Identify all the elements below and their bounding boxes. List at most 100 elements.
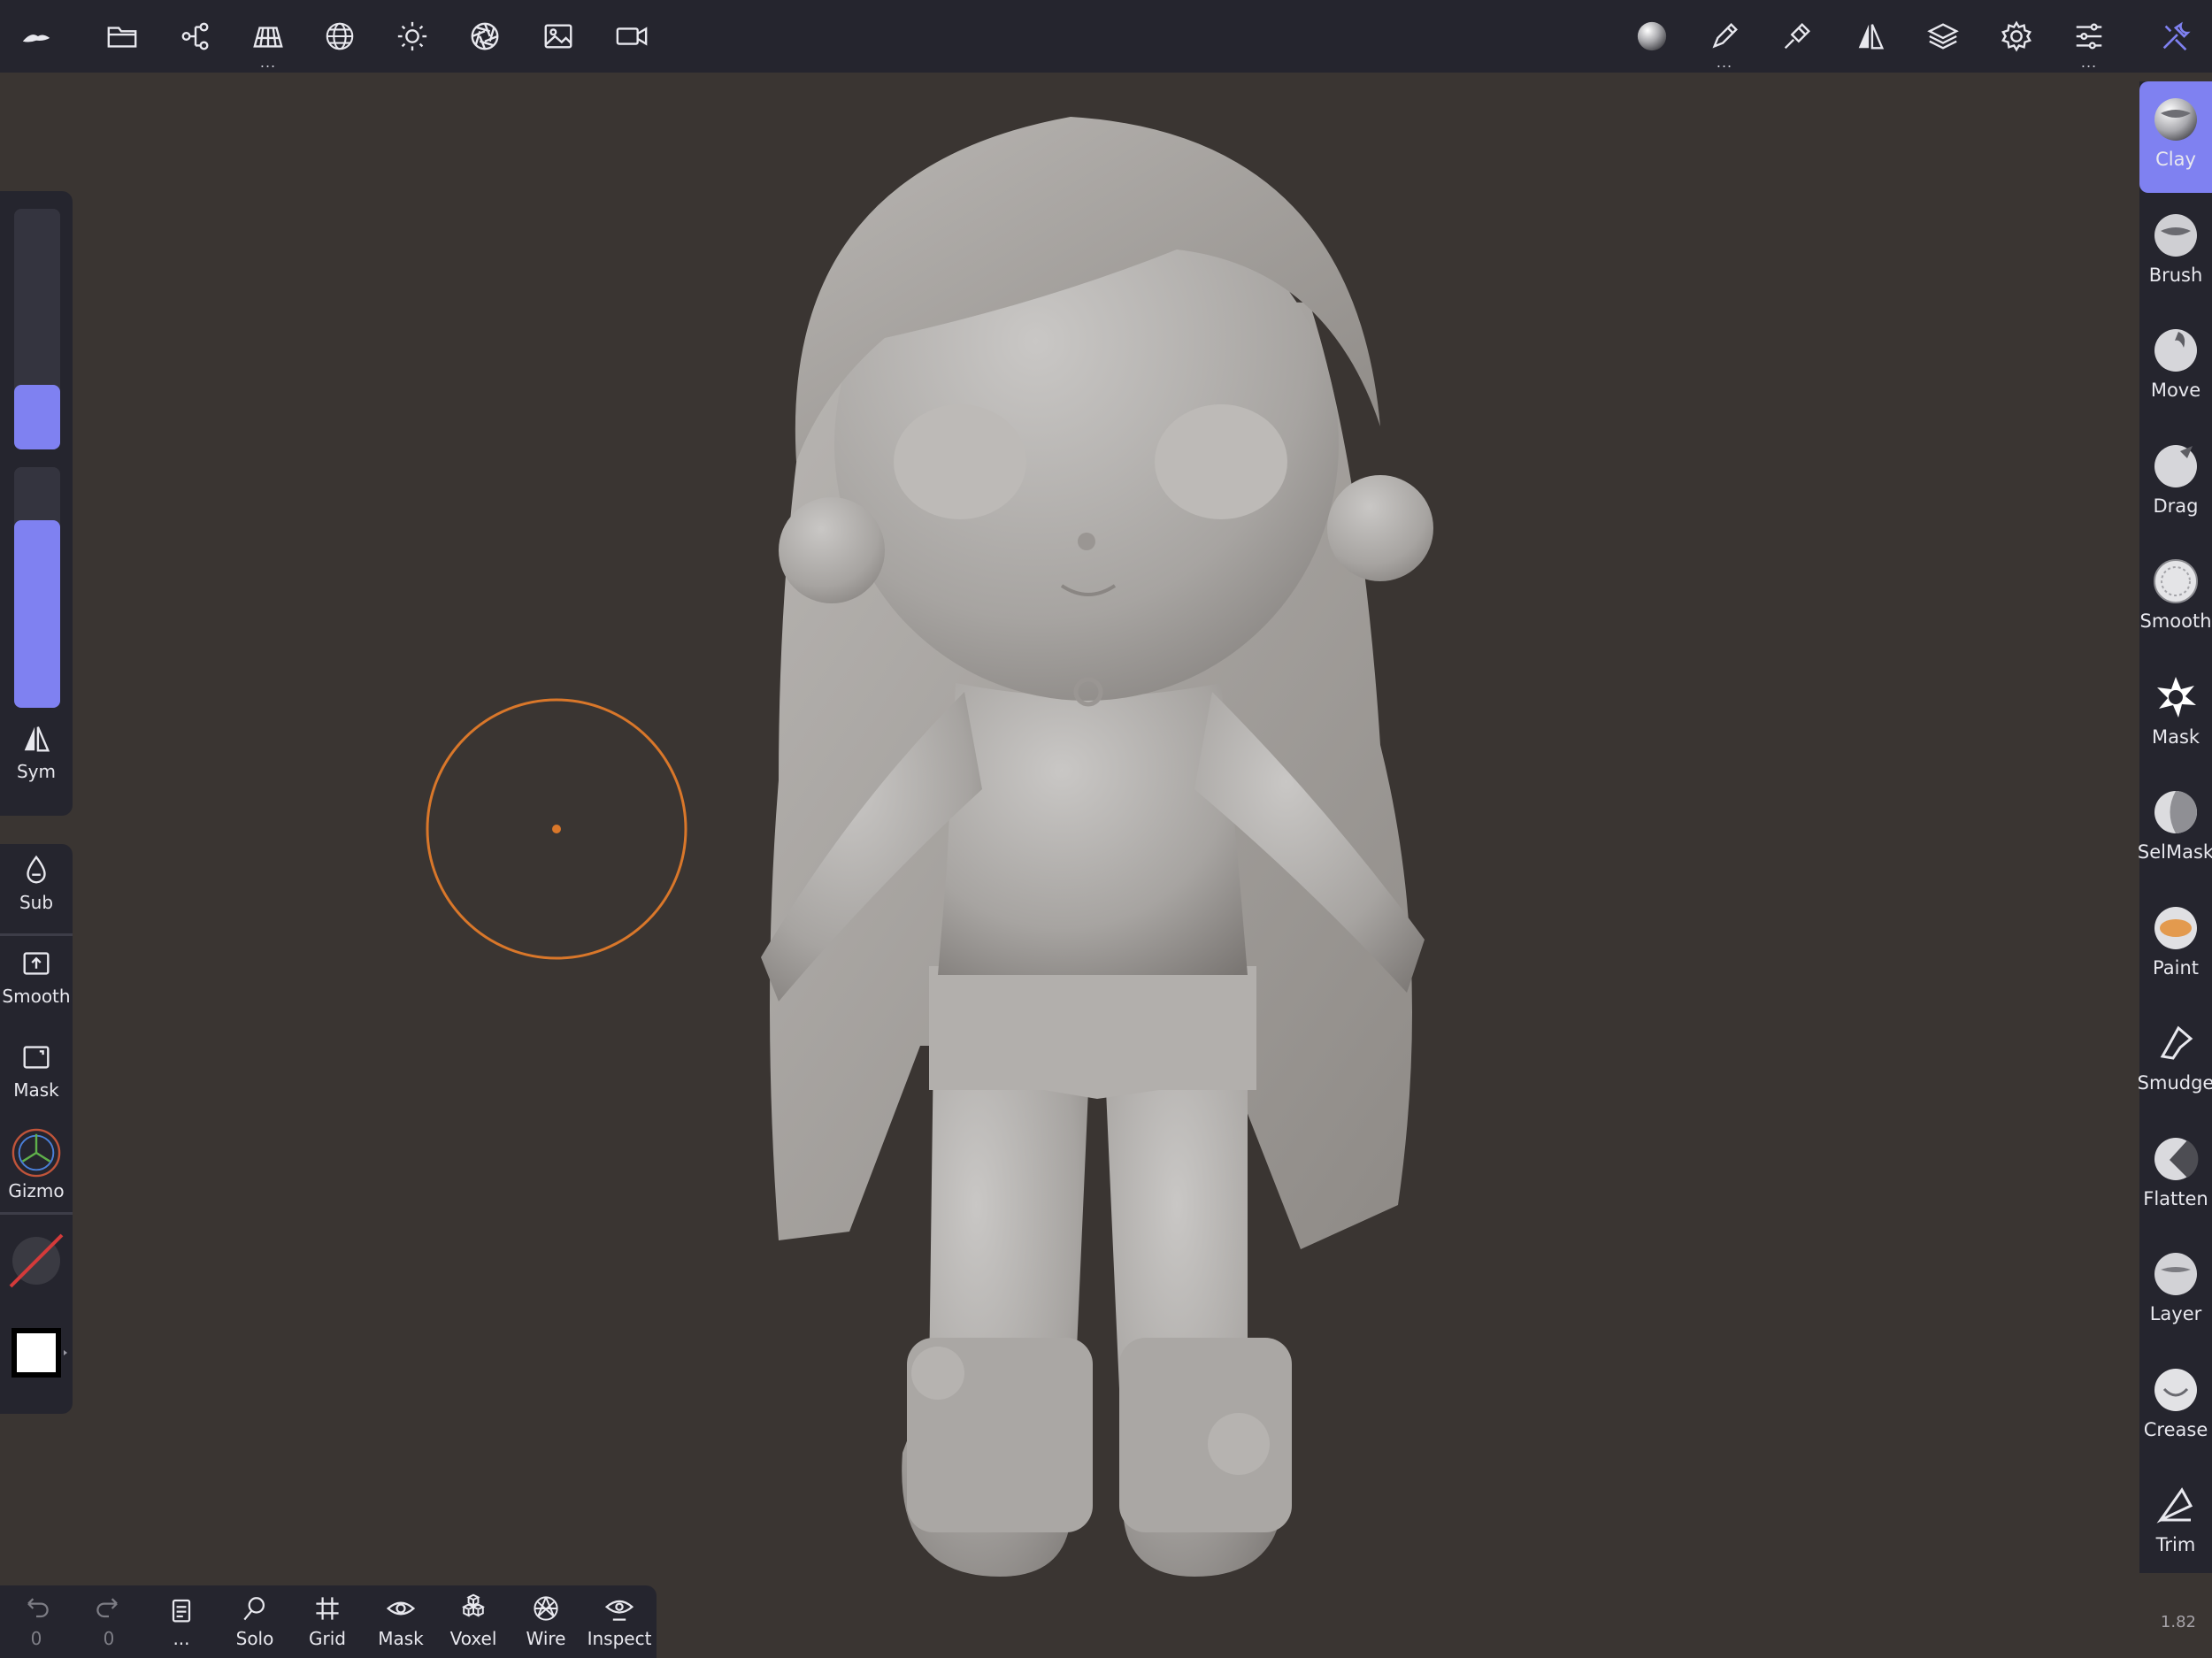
logo-icon[interactable] xyxy=(9,9,64,64)
tool-column: Clay Brush Move Drag Smooth Mask SelMask Paint S… xyxy=(2138,81,2212,1573)
gizmo-icon xyxy=(12,1128,61,1178)
smooth-shortcut-label: Smooth xyxy=(2,986,71,1007)
tool-mask[interactable]: Mask xyxy=(2139,659,2212,765)
color-swatch[interactable] xyxy=(0,1322,73,1384)
scene-icon[interactable] xyxy=(168,9,223,64)
grid-button[interactable]: Grid xyxy=(291,1593,364,1649)
tool-label: Crease xyxy=(2143,1418,2208,1440)
brush-icon xyxy=(2154,213,2197,257)
camera-icon[interactable] xyxy=(604,9,659,64)
history-button[interactable]: ... xyxy=(145,1593,218,1649)
more-dots: ... xyxy=(259,54,277,71)
inspect-label: Inspect xyxy=(587,1628,652,1649)
drop-icon xyxy=(27,855,46,884)
tools-icon[interactable] xyxy=(2148,9,2203,64)
clay-icon xyxy=(2154,98,2197,141)
tool-selmask[interactable]: SelMask xyxy=(2138,774,2212,880)
crease-icon xyxy=(2154,1368,2197,1411)
tool-trim[interactable]: Trim xyxy=(2139,1467,2212,1573)
tool-label: Drag xyxy=(2153,495,2199,517)
left-slider-panel: Sym xyxy=(0,191,73,816)
layers-icon[interactable] xyxy=(1916,9,1970,64)
undo-button[interactable]: 0 xyxy=(0,1593,73,1649)
drag-icon xyxy=(2154,444,2197,487)
settings-icon[interactable] xyxy=(1989,9,2044,64)
tool-label: Layer xyxy=(2149,1303,2202,1324)
layer-icon xyxy=(2154,1253,2197,1295)
sub-button[interactable]: Sub xyxy=(0,853,73,913)
tool-crease[interactable]: Crease xyxy=(2139,1352,2212,1458)
painting-icon[interactable] xyxy=(1770,9,1824,64)
tool-paint[interactable]: Paint xyxy=(2139,890,2212,996)
sym-button[interactable]: Sym xyxy=(0,722,73,782)
sculpt-model[interactable] xyxy=(0,73,2212,1658)
wire-button[interactable]: Wire xyxy=(510,1593,582,1649)
tool-move[interactable]: Move xyxy=(2139,312,2212,418)
sliders-icon[interactable]: ... xyxy=(2062,9,2116,71)
aperture-icon[interactable] xyxy=(457,9,512,64)
smooth-shortcut-button[interactable]: Smooth xyxy=(0,947,73,1007)
more-dots: ... xyxy=(1716,54,1733,71)
material-ball-icon[interactable] xyxy=(1624,9,1679,64)
trim-icon xyxy=(2156,1487,2193,1524)
tool-label: Paint xyxy=(2153,956,2199,979)
mask-shortcut-button[interactable]: Mask xyxy=(0,1040,73,1101)
paint-icon xyxy=(2154,906,2197,949)
redo-count: 0 xyxy=(103,1628,115,1649)
tool-label: Clay xyxy=(2155,149,2196,170)
tool-smudge[interactable]: Smudge xyxy=(2138,1005,2212,1111)
tool-smooth[interactable]: Smooth xyxy=(2139,543,2212,649)
symmetry-icon xyxy=(24,726,50,752)
image-icon[interactable] xyxy=(531,9,586,64)
solo-button[interactable]: Solo xyxy=(219,1593,291,1649)
color-swatch-icon xyxy=(12,1328,67,1378)
tool-clay[interactable]: Clay xyxy=(2139,81,2212,193)
alpha-preview-icon xyxy=(9,1233,64,1288)
more-dots: ... xyxy=(2080,54,2098,71)
alpha-selector[interactable] xyxy=(0,1230,73,1292)
tool-drag[interactable]: Drag xyxy=(2139,428,2212,534)
flatten-icon xyxy=(2154,1137,2199,1180)
inspect-icon xyxy=(604,1600,634,1621)
radius-slider-fill xyxy=(14,384,60,449)
gizmo-label: Gizmo xyxy=(8,1180,65,1201)
intensity-slider-fill xyxy=(14,519,60,708)
voxel-button[interactable]: Voxel xyxy=(437,1593,510,1649)
tool-label: Smooth xyxy=(2139,610,2212,632)
bottom-toolbar: 0 0 ... Solo Grid Mask Voxel Wire Inspec… xyxy=(0,1585,657,1658)
divider xyxy=(0,1212,73,1215)
tool-flatten[interactable]: Flatten xyxy=(2139,1121,2212,1227)
symmetry-icon[interactable] xyxy=(1843,9,1898,64)
search-icon xyxy=(243,1597,265,1621)
tool-label: Trim xyxy=(2155,1534,2196,1555)
radius-slider[interactable] xyxy=(14,209,60,449)
selmask-icon xyxy=(2154,791,2197,833)
tool-layer[interactable]: Layer xyxy=(2139,1236,2212,1342)
tool-label: Flatten xyxy=(2143,1187,2208,1209)
smooth-icon xyxy=(2154,559,2198,603)
version-label: 1.82 xyxy=(2160,1613,2196,1631)
intensity-slider[interactable] xyxy=(14,467,60,708)
brush-cursor xyxy=(426,698,687,960)
undo-count: 0 xyxy=(30,1628,42,1649)
topology-icon[interactable]: ... xyxy=(241,9,296,71)
mesh-sphere-icon[interactable] xyxy=(312,9,367,64)
light-icon[interactable] xyxy=(385,9,440,64)
inspect-button[interactable]: Inspect xyxy=(583,1593,656,1649)
tool-brush[interactable]: Brush xyxy=(2139,197,2212,303)
3d-viewport[interactable] xyxy=(0,73,2212,1658)
notebook-icon xyxy=(172,1599,191,1623)
eye-icon xyxy=(386,1601,416,1616)
gizmo-button[interactable]: Gizmo xyxy=(0,1127,73,1201)
mask-visibility-button[interactable]: Mask xyxy=(365,1593,437,1649)
sym-label: Sym xyxy=(16,761,56,782)
folder-icon[interactable] xyxy=(95,9,150,64)
tool-label: Brush xyxy=(2148,264,2203,286)
stroke-icon[interactable]: ... xyxy=(1697,9,1752,71)
move-icon xyxy=(2154,329,2197,372)
mask-visibility-label: Mask xyxy=(378,1628,424,1649)
redo-button[interactable]: 0 xyxy=(73,1593,145,1649)
sub-label: Sub xyxy=(19,892,54,913)
grid-label: Grid xyxy=(309,1628,346,1649)
top-toolbar: ... ... ... xyxy=(0,0,2212,73)
